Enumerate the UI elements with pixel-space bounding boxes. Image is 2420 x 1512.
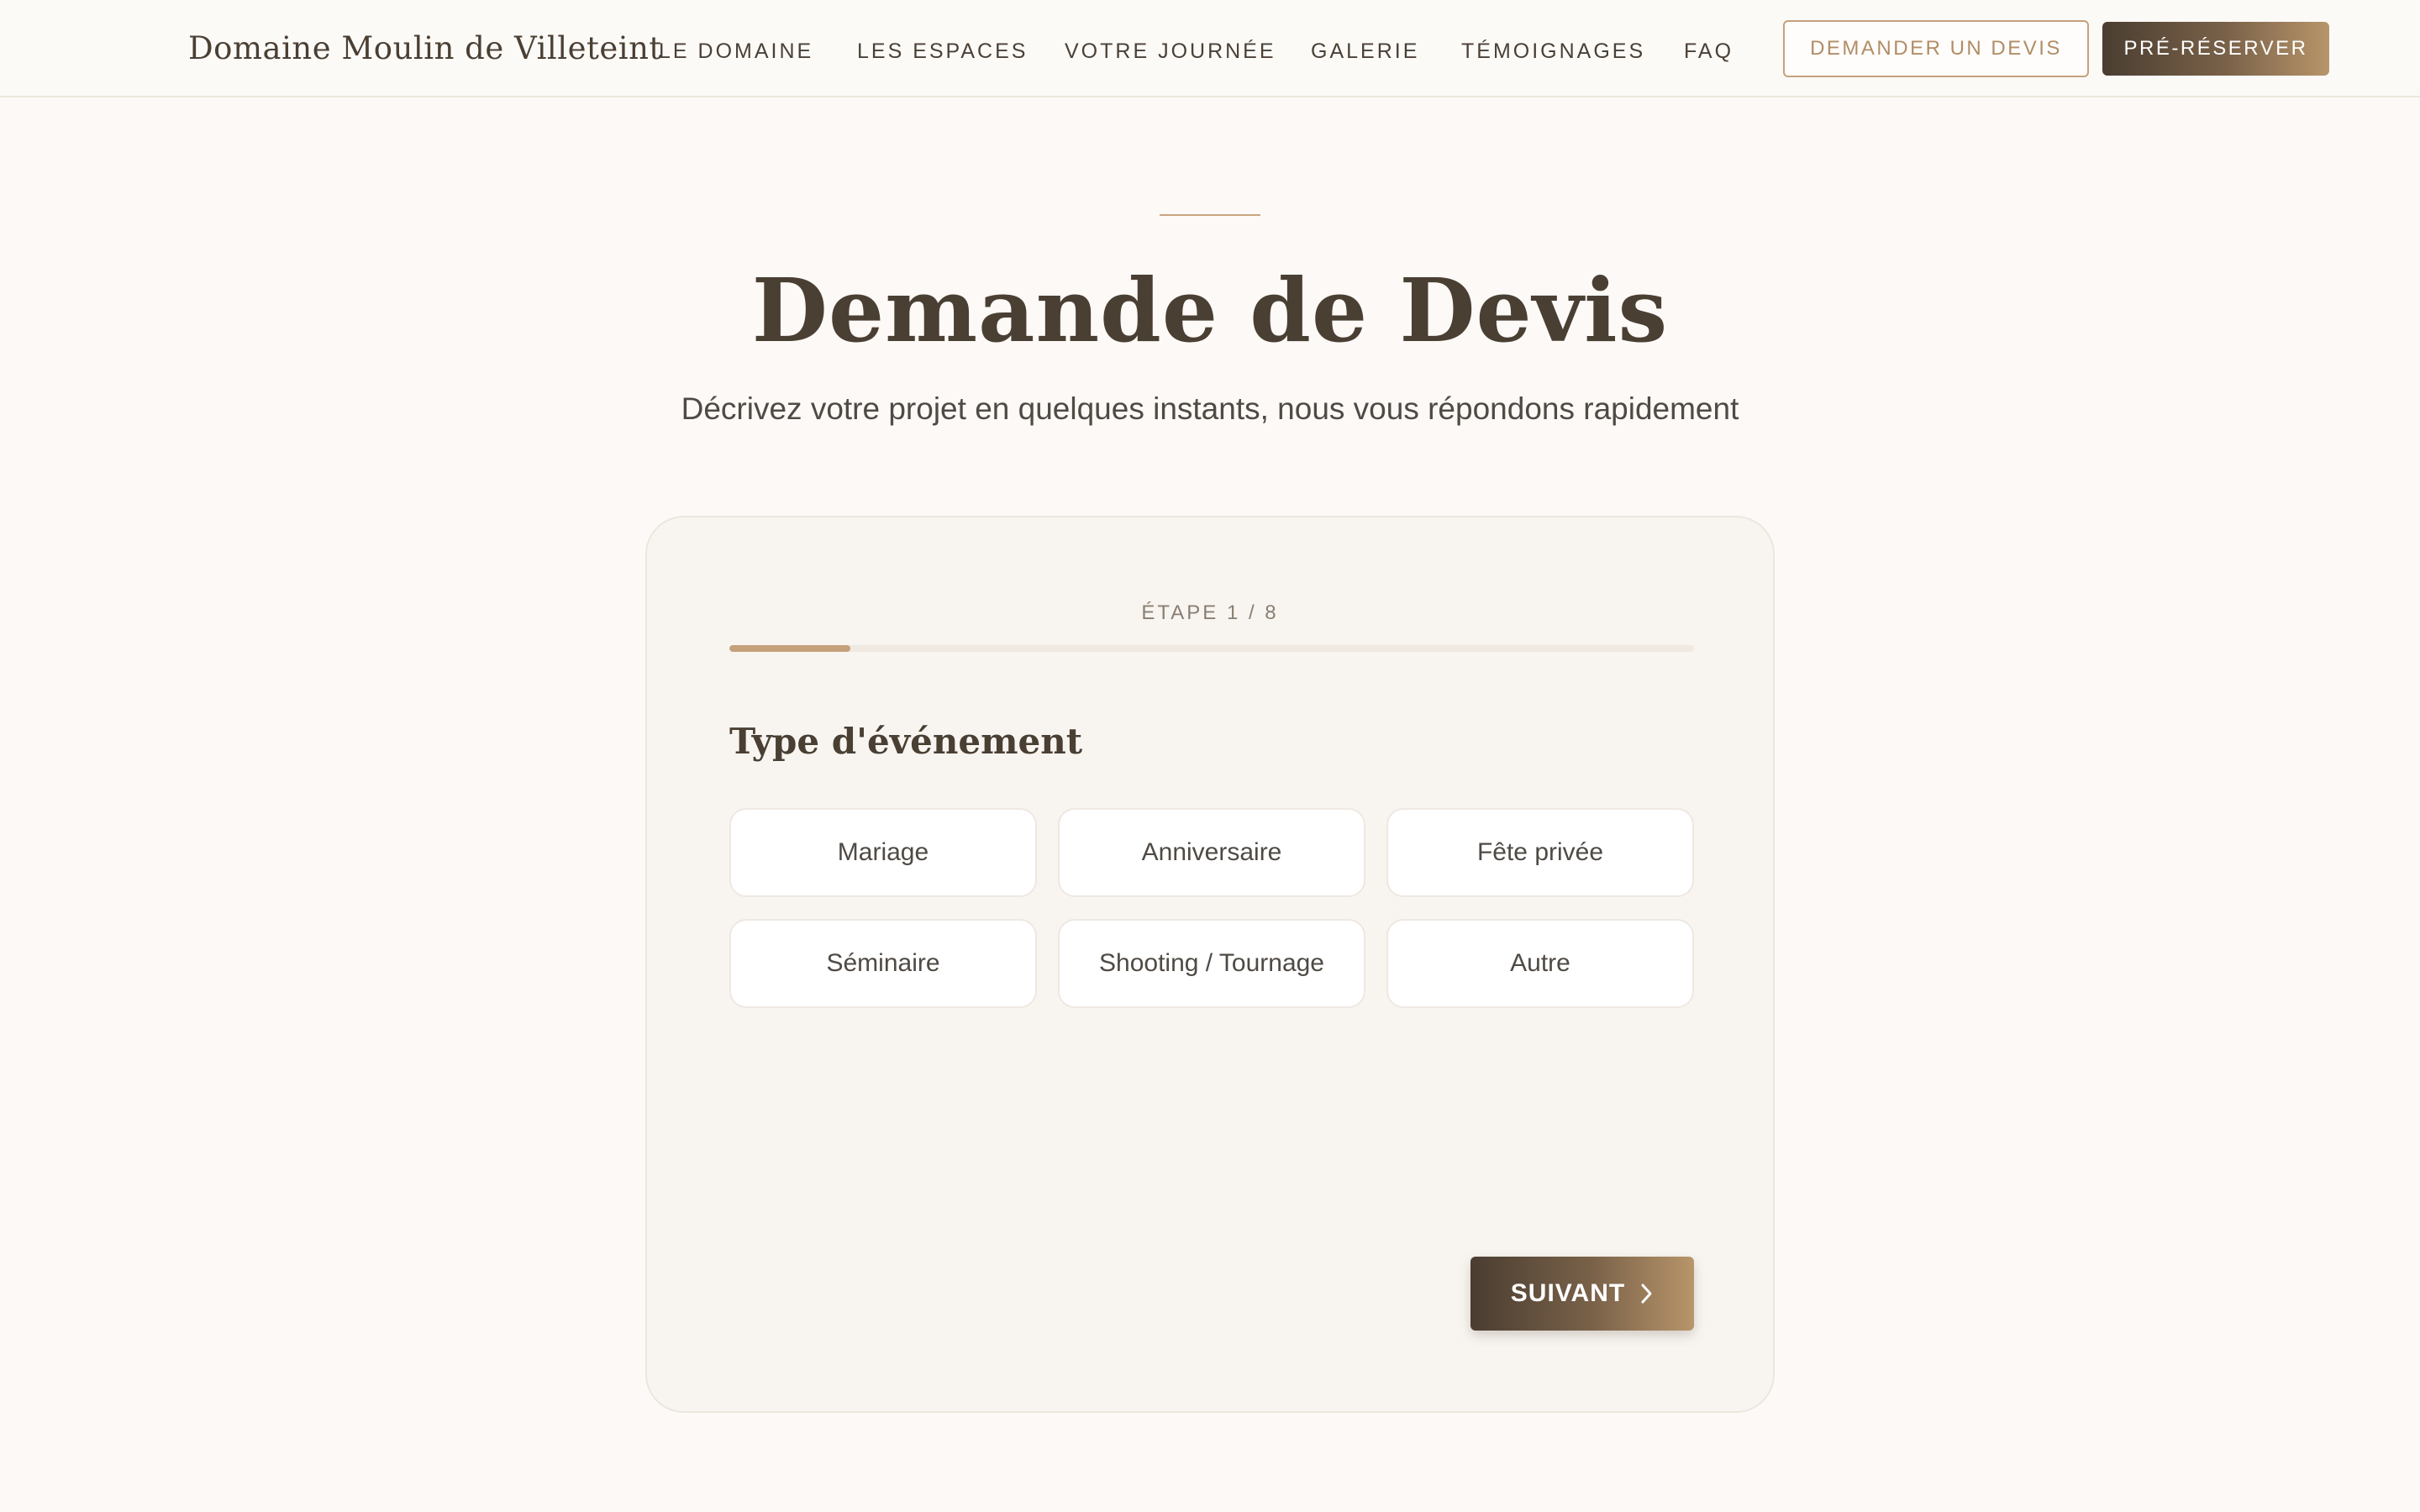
nav-le-domaine[interactable]: LE DOMAINE xyxy=(659,37,813,66)
decorative-divider xyxy=(1160,214,1260,216)
option-fete-privee[interactable]: Fête privée xyxy=(1386,808,1694,897)
event-type-options: Mariage Anniversaire Fête privée Séminai… xyxy=(729,808,1694,1010)
request-quote-button[interactable]: DEMANDER UN DEVIS xyxy=(1783,20,2089,77)
option-anniversaire[interactable]: Anniversaire xyxy=(1058,808,1365,897)
page-title: Demande de Devis xyxy=(751,259,1669,362)
quote-form-card: ÉTAPE 1 / 8 Type d'événement Mariage Ann… xyxy=(645,516,1775,1413)
nav-faq[interactable]: FAQ xyxy=(1684,37,1733,66)
nav-galerie[interactable]: GALERIE xyxy=(1311,37,1419,66)
option-autre[interactable]: Autre xyxy=(1386,919,1694,1008)
event-type-heading: Type d'événement xyxy=(729,721,1083,762)
nav-votre-journee[interactable]: VOTRE JOURNÉE xyxy=(1065,37,1276,66)
option-seminaire[interactable]: Séminaire xyxy=(729,919,1037,1008)
progress-bar xyxy=(729,645,1694,652)
site-header: Domaine Moulin de Villeteint LE DOMAINE … xyxy=(0,0,2420,97)
next-button[interactable]: SUIVANT xyxy=(1470,1257,1694,1331)
option-shooting-tournage[interactable]: Shooting / Tournage xyxy=(1058,919,1365,1008)
progress-bar-fill xyxy=(729,645,850,652)
nav-les-espaces[interactable]: LES ESPACES xyxy=(857,37,1028,66)
step-indicator: ÉTAPE 1 / 8 xyxy=(1141,601,1279,624)
option-mariage[interactable]: Mariage xyxy=(729,808,1037,897)
chevron-right-icon xyxy=(1640,1283,1654,1305)
nav-temoignages[interactable]: TÉMOIGNAGES xyxy=(1461,37,1645,66)
pre-book-button[interactable]: PRÉ-RÉSERVER xyxy=(2102,22,2329,76)
page-subtitle: Décrivez votre projet en quelques instan… xyxy=(681,391,1739,426)
brand-logo[interactable]: Domaine Moulin de Villeteint xyxy=(188,25,662,72)
next-button-label: SUIVANT xyxy=(1510,1279,1626,1307)
